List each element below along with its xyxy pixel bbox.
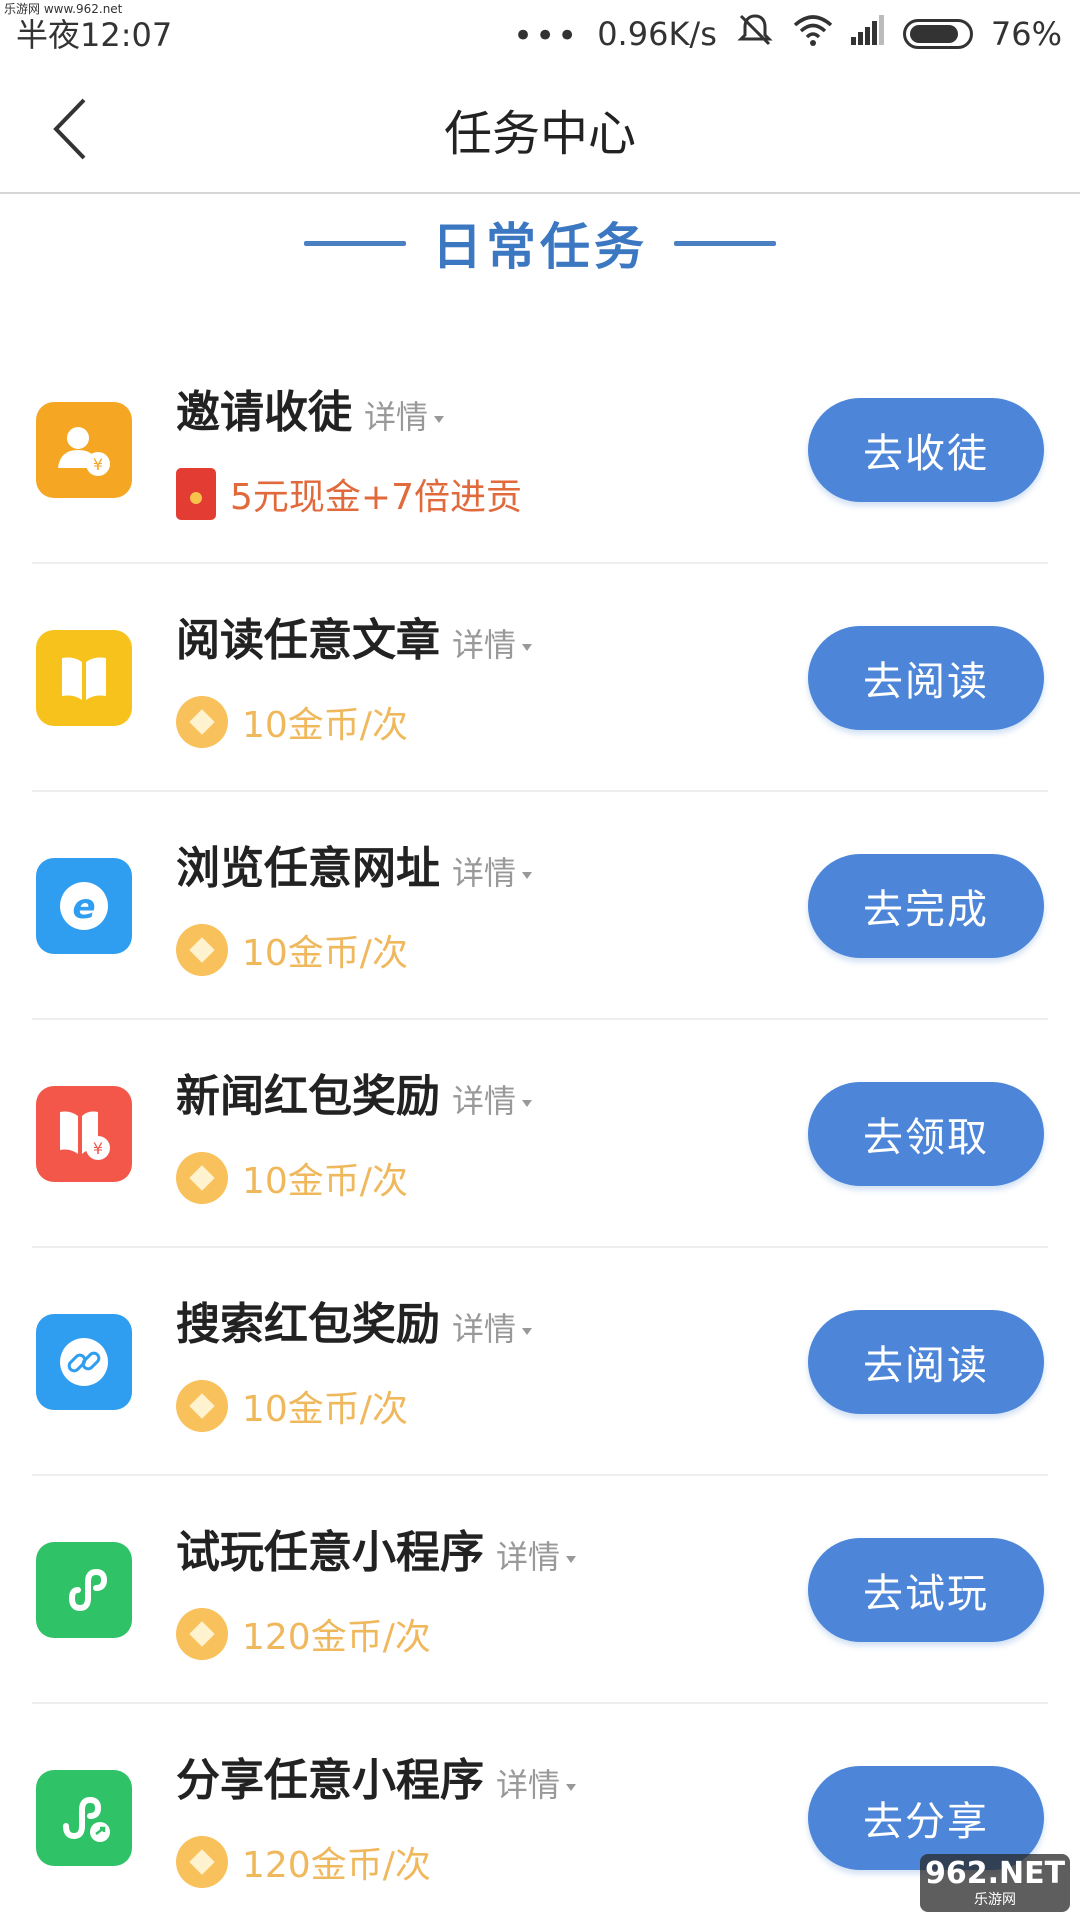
reward-text: 120金币/次 xyxy=(242,1617,431,1658)
coin-icon xyxy=(176,924,228,976)
status-bar: 半夜12:07 ••• 0.96K/s 76% xyxy=(0,0,1080,64)
task-name: 搜索红包奖励 详情 xyxy=(176,1288,533,1352)
detail-link[interactable]: 详情 xyxy=(452,848,533,894)
task-list: ¥ 邀请收徒 详情 5元现金+7倍进贡 去收徒 阅读任意文章 详情 10金币/次 去… xyxy=(0,336,1080,1920)
caret-down-icon xyxy=(522,1099,533,1107)
task-reward: 5元现金+7倍进贡 xyxy=(176,466,522,522)
task-title: 分享任意小程序 xyxy=(176,1755,484,1806)
app-header: 任务中心 xyxy=(0,64,1080,194)
coin-icon xyxy=(176,1836,228,1888)
status-time: 半夜12:07 xyxy=(16,16,173,54)
battery-percent: 76% xyxy=(990,15,1062,53)
share-mini-program-icon xyxy=(36,1770,132,1866)
section-heading: 日常任务 xyxy=(0,208,1080,278)
reward-text: 120金币/次 xyxy=(242,1845,431,1886)
task-reward: 10金币/次 xyxy=(176,1150,408,1206)
reward-text: 10金币/次 xyxy=(242,1161,408,1202)
task-name: 分享任意小程序 详情 xyxy=(176,1744,577,1808)
invite-user-icon: ¥ xyxy=(36,402,132,498)
caret-down-icon xyxy=(566,1783,577,1791)
detail-link[interactable]: 详情 xyxy=(364,392,445,438)
section-title: 日常任务 xyxy=(432,218,648,276)
task-reward: 120金币/次 xyxy=(176,1834,431,1890)
reward-text: 10金币/次 xyxy=(242,1389,408,1430)
task-reward: 10金币/次 xyxy=(176,922,408,978)
svg-text:¥: ¥ xyxy=(93,455,103,474)
task-title: 试玩任意小程序 xyxy=(176,1527,484,1578)
section-line-left xyxy=(304,240,406,246)
task-row: e 浏览任意网址 详情 10金币/次 去完成 xyxy=(0,792,1080,1020)
task-row: 试玩任意小程序 详情 120金币/次 去试玩 xyxy=(0,1476,1080,1704)
caret-down-icon xyxy=(434,415,445,423)
watermark-logo-sub: 乐游网 xyxy=(974,1892,1016,1908)
more-dots-icon: ••• xyxy=(513,16,580,56)
detail-link[interactable]: 详情 xyxy=(496,1760,577,1806)
task-name: 试玩任意小程序 详情 xyxy=(176,1516,577,1580)
task-name: 邀请收徒 详情 xyxy=(176,376,445,440)
task-title: 阅读任意文章 xyxy=(176,615,440,666)
watermark-logo: 962.NET 乐游网 xyxy=(920,1854,1070,1912)
task-row: ¥ 新闻红包奖励 详情 10金币/次 去领取 xyxy=(0,1020,1080,1248)
task-action-button[interactable]: 去阅读 xyxy=(808,1310,1044,1414)
section-line-right xyxy=(674,240,776,246)
coin-icon xyxy=(176,1608,228,1660)
network-speed: 0.96K/s xyxy=(597,15,717,53)
task-name: 新闻红包奖励 详情 xyxy=(176,1060,533,1124)
task-reward: 10金币/次 xyxy=(176,694,408,750)
task-title: 浏览任意网址 xyxy=(176,843,440,894)
task-name: 浏览任意网址 详情 xyxy=(176,832,533,896)
caret-down-icon xyxy=(522,1327,533,1335)
reward-text: 5元现金+7倍进贡 xyxy=(230,477,522,518)
task-title: 搜索红包奖励 xyxy=(176,1299,440,1350)
coin-icon xyxy=(176,1380,228,1432)
coin-icon xyxy=(176,1152,228,1204)
mute-icon xyxy=(735,10,775,58)
mini-program-icon xyxy=(36,1542,132,1638)
reward-text: 10金币/次 xyxy=(242,933,408,974)
task-action-button[interactable]: 去领取 xyxy=(808,1082,1044,1186)
svg-text:¥: ¥ xyxy=(93,1139,103,1158)
detail-link[interactable]: 详情 xyxy=(452,620,533,666)
caret-down-icon xyxy=(566,1555,577,1563)
task-name: 阅读任意文章 详情 xyxy=(176,604,533,668)
task-action-button[interactable]: 去阅读 xyxy=(808,626,1044,730)
task-row: 分享任意小程序 详情 120金币/次 去分享 xyxy=(0,1704,1080,1920)
news-redpack-icon: ¥ xyxy=(36,1086,132,1182)
task-action-button[interactable]: 去收徒 xyxy=(808,398,1044,502)
link-icon xyxy=(36,1314,132,1410)
battery-icon xyxy=(902,19,973,49)
detail-link[interactable]: 详情 xyxy=(452,1304,533,1350)
caret-down-icon xyxy=(522,643,533,651)
task-reward: 120金币/次 xyxy=(176,1606,431,1662)
task-row: 搜索红包奖励 详情 10金币/次 去阅读 xyxy=(0,1248,1080,1476)
page-title: 任务中心 xyxy=(443,106,636,162)
browser-e-icon: e xyxy=(36,858,132,954)
watermark-logo-text: 962.NET xyxy=(924,1856,1066,1891)
wifi-icon xyxy=(793,13,833,55)
task-title: 邀请收徒 xyxy=(176,387,352,438)
reward-text: 10金币/次 xyxy=(242,705,408,746)
red-envelope-icon xyxy=(176,468,216,520)
book-icon xyxy=(36,630,132,726)
caret-down-icon xyxy=(522,871,533,879)
task-title: 新闻红包奖励 xyxy=(176,1071,440,1122)
task-row: ¥ 邀请收徒 详情 5元现金+7倍进贡 去收徒 xyxy=(0,336,1080,564)
detail-link[interactable]: 详情 xyxy=(452,1076,533,1122)
svg-text:e: e xyxy=(72,887,95,927)
task-reward: 10金币/次 xyxy=(176,1378,408,1434)
signal-icon xyxy=(850,15,885,53)
task-action-button[interactable]: 去完成 xyxy=(808,854,1044,958)
coin-icon xyxy=(176,696,228,748)
task-row: 阅读任意文章 详情 10金币/次 去阅读 xyxy=(0,564,1080,792)
task-action-button[interactable]: 去试玩 xyxy=(808,1538,1044,1642)
detail-link[interactable]: 详情 xyxy=(496,1532,577,1578)
